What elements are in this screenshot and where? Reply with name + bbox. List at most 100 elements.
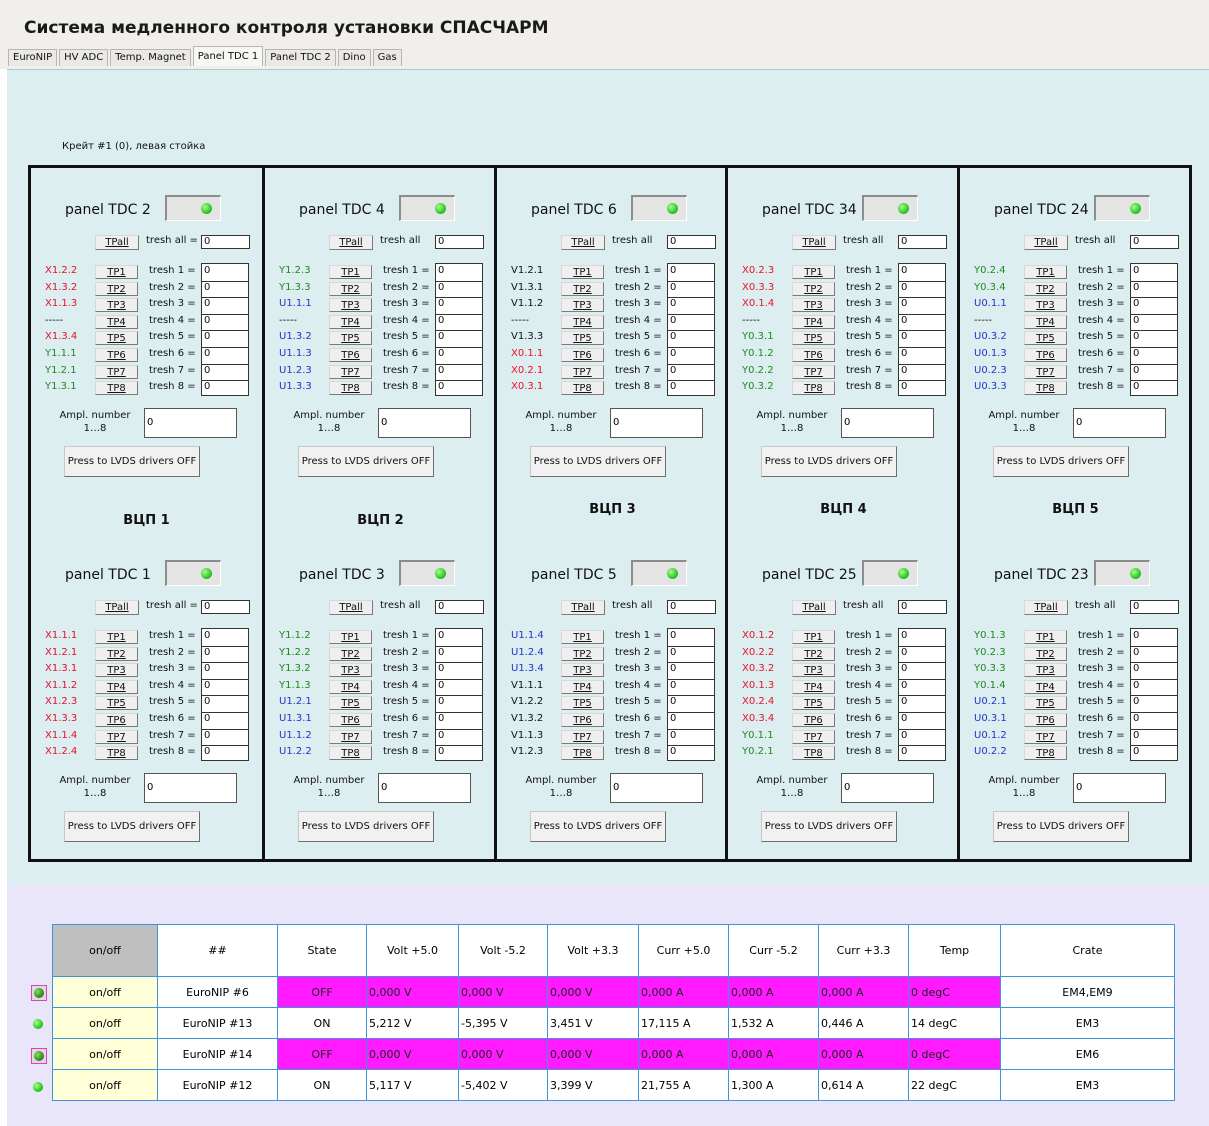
tp-button[interactable]: TP1 [329,630,372,644]
tab-panel-tdc-2[interactable]: Panel TDC 2 [265,49,336,66]
ampl-number-input[interactable]: 0 [378,408,471,438]
onoff-cell[interactable]: on/off [52,1007,158,1039]
tp-button[interactable]: TP5 [1024,331,1067,346]
tab-euronip[interactable]: EuroNIP [8,49,58,66]
tp-button[interactable]: TP3 [1024,298,1067,313]
tresh-value[interactable]: 0 [438,647,444,658]
tab-gas[interactable]: Gas [372,49,402,66]
tp-all-button[interactable]: TPall [792,235,836,250]
tab-dino[interactable]: Dino [337,49,371,66]
tp-button[interactable]: TP4 [561,314,604,329]
tp-button[interactable]: TP1 [329,265,372,279]
tab-panel-tdc-1[interactable]: Panel TDC 1 [192,46,264,66]
tresh-value[interactable]: 0 [1133,696,1139,707]
tp-button[interactable]: TP8 [561,746,604,761]
row-status-led[interactable] [31,1048,47,1064]
tp-button[interactable]: TP5 [329,696,372,711]
tresh-value[interactable]: 0 [1133,315,1139,326]
tresh-value[interactable]: 0 [204,315,210,326]
lvds-drivers-off-button[interactable]: Press to LVDS drivers OFF [993,446,1129,477]
tresh-value[interactable]: 0 [438,265,444,276]
tp-button[interactable]: TP6 [95,348,138,362]
tp-button[interactable]: TP8 [1024,746,1067,761]
tresh-value[interactable]: 0 [204,713,210,724]
tresh-value[interactable]: 0 [670,381,676,392]
tresh-value[interactable]: 0 [670,746,676,757]
tp-button[interactable]: TP1 [95,265,138,279]
tp-button[interactable]: TP4 [792,314,835,329]
tresh-value[interactable]: 0 [1133,348,1139,359]
tp-button[interactable]: TP8 [95,746,138,761]
tp-button[interactable]: TP6 [1024,713,1067,727]
lvds-drivers-off-button[interactable]: Press to LVDS drivers OFF [530,446,666,477]
tresh-value[interactable]: 0 [438,663,444,674]
tp-button[interactable]: TP6 [329,348,372,362]
onoff-cell[interactable]: on/off [52,1038,158,1070]
lvds-drivers-off-button[interactable]: Press to LVDS drivers OFF [64,811,200,842]
tp-button[interactable]: TP6 [561,348,604,362]
tresh-value[interactable]: 0 [1133,630,1139,641]
tp-button[interactable]: TP5 [792,696,835,711]
tp-button[interactable]: TP4 [1024,314,1067,329]
tresh-value[interactable]: 0 [670,647,676,658]
ampl-number-input[interactable]: 0 [378,773,471,803]
tresh-value[interactable]: 0 [901,331,907,342]
ampl-number-input[interactable]: 0 [144,773,237,803]
ampl-number-input[interactable]: 0 [144,408,237,438]
tresh-value[interactable]: 0 [204,730,210,741]
tresh-value[interactable]: 0 [1133,365,1139,376]
tp-all-button[interactable]: TPall [1024,235,1068,250]
tp-button[interactable]: TP4 [561,679,604,694]
tresh-all-input[interactable]: 0 [201,235,250,249]
tresh-value[interactable]: 0 [670,365,676,376]
tp-button[interactable]: TP7 [329,729,372,744]
tp-button[interactable]: TP4 [792,679,835,694]
tresh-value[interactable]: 0 [204,331,210,342]
lvds-drivers-off-button[interactable]: Press to LVDS drivers OFF [761,811,897,842]
tp-all-button[interactable]: TPall [561,600,605,615]
tp-button[interactable]: TP2 [1024,646,1067,661]
tresh-value[interactable]: 0 [1133,298,1139,309]
tresh-value[interactable]: 0 [901,746,907,757]
tp-button[interactable]: TP6 [329,713,372,727]
tp-all-button[interactable]: TPall [792,600,836,615]
tp-button[interactable]: TP2 [1024,281,1067,296]
tp-button[interactable]: TP2 [329,646,372,661]
tp-all-button[interactable]: TPall [329,235,373,250]
tp-button[interactable]: TP7 [95,364,138,379]
tresh-value[interactable]: 0 [901,630,907,641]
tp-button[interactable]: TP3 [561,298,604,313]
ampl-number-input[interactable]: 0 [841,773,934,803]
tresh-value[interactable]: 0 [670,331,676,342]
tresh-value[interactable]: 0 [204,663,210,674]
tp-button[interactable]: TP6 [1024,348,1067,362]
tp-button[interactable]: TP8 [792,381,835,396]
tresh-value[interactable]: 0 [438,331,444,342]
row-status-led[interactable] [31,985,47,1001]
tresh-value[interactable]: 0 [901,696,907,707]
tab-temp-magnet[interactable]: Temp. Magnet [110,49,191,66]
tresh-value[interactable]: 0 [438,298,444,309]
tp-button[interactable]: TP3 [792,298,835,313]
lvds-drivers-off-button[interactable]: Press to LVDS drivers OFF [530,811,666,842]
tp-button[interactable]: TP2 [792,281,835,296]
tp-button[interactable]: TP2 [95,281,138,296]
lvds-drivers-off-button[interactable]: Press to LVDS drivers OFF [298,811,434,842]
tresh-value[interactable]: 0 [204,680,210,691]
tp-button[interactable]: TP7 [1024,364,1067,379]
tresh-value[interactable]: 0 [438,730,444,741]
tp-button[interactable]: TP6 [561,713,604,727]
tresh-value[interactable]: 0 [901,680,907,691]
tresh-value[interactable]: 0 [438,746,444,757]
tp-button[interactable]: TP1 [792,265,835,279]
tresh-value[interactable]: 0 [438,696,444,707]
tp-button[interactable]: TP1 [1024,630,1067,644]
row-status-led[interactable] [31,1080,47,1096]
tp-button[interactable]: TP2 [329,281,372,296]
ampl-number-input[interactable]: 0 [1073,408,1166,438]
tresh-value[interactable]: 0 [1133,265,1139,276]
tresh-all-input[interactable]: 0 [898,235,947,249]
tresh-value[interactable]: 0 [1133,680,1139,691]
tp-button[interactable]: TP5 [95,696,138,711]
tresh-value[interactable]: 0 [901,282,907,293]
